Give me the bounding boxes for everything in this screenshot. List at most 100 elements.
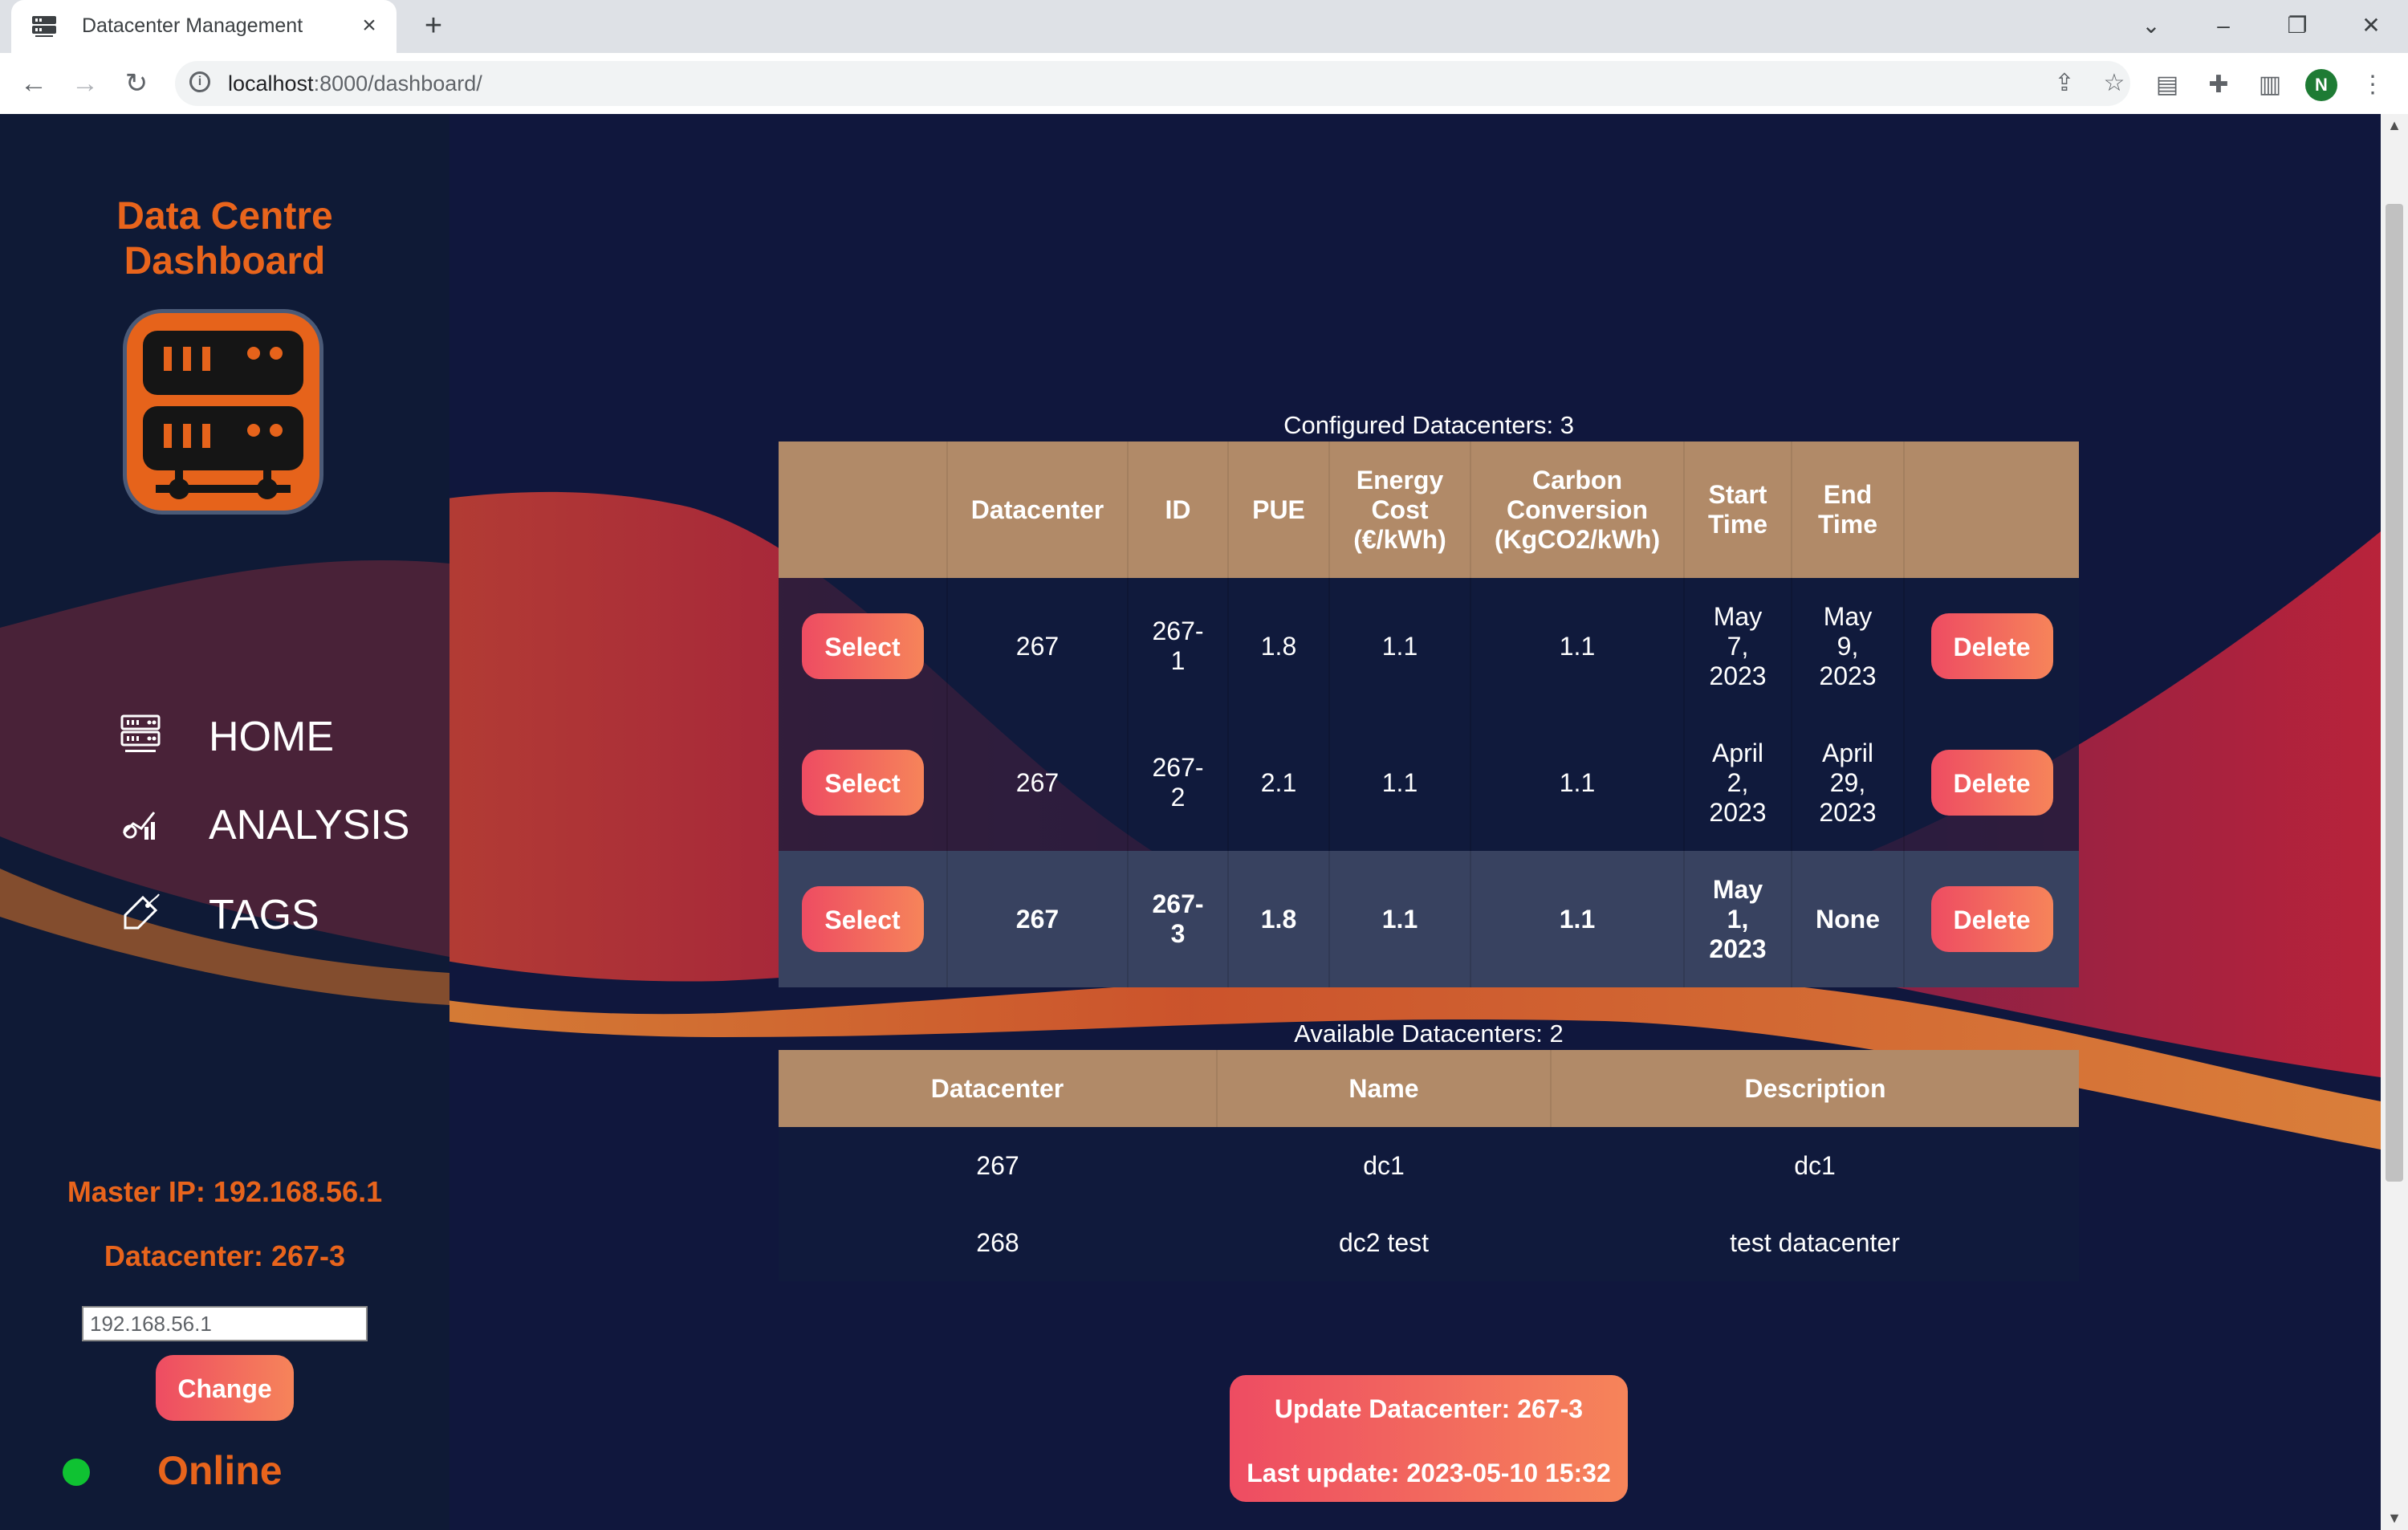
carbon-conversion-cell: 1.1: [1470, 851, 1685, 987]
start-time-cell: May 7, 2023: [1684, 578, 1792, 714]
change-ip-button[interactable]: Change: [156, 1355, 294, 1421]
column-header: Datacenter: [947, 442, 1129, 578]
name-cell: dc2 test: [1217, 1204, 1551, 1281]
column-header: End Time: [1792, 442, 1905, 578]
column-header: ID: [1128, 442, 1229, 578]
logo: [127, 313, 319, 511]
table-row: Select 267 267-1 1.8 1.1 1.1 May 7, 2023…: [779, 578, 2079, 714]
carbon-conversion-cell: 1.1: [1470, 578, 1685, 714]
column-header: Start Time: [1684, 442, 1792, 578]
configured-datacenters-table: Datacenter ID PUE Energy Cost (€/kWh) Ca…: [779, 442, 2079, 987]
sidebar: Data Centre Dashboard HOME ANALYSIS TAGS…: [0, 114, 449, 1530]
scroll-down-arrow-icon[interactable]: ▼: [2381, 1510, 2408, 1527]
tag-icon: [124, 893, 160, 930]
menu-kebab-icon[interactable]: ⋮: [2357, 69, 2389, 101]
share-icon[interactable]: ⇪: [2048, 67, 2081, 100]
select-cell: Select: [779, 578, 948, 714]
page-scrollbar[interactable]: ▲ ▼: [2381, 114, 2408, 1530]
browser-tab[interactable]: Datacenter Management ×: [11, 0, 397, 53]
browser-tab-bar: Datacenter Management × + ⌄ – ❐ ✕: [0, 0, 2408, 53]
close-tab-icon[interactable]: ×: [352, 8, 387, 43]
pue-cell: 1.8: [1228, 851, 1330, 987]
start-time-cell: April 2, 2023: [1684, 714, 1792, 851]
server-rack-logo-icon: [143, 331, 303, 499]
select-button[interactable]: Select: [801, 613, 924, 679]
id-cell: 267-2: [1128, 714, 1229, 851]
delete-cell: Delete: [1904, 714, 2079, 851]
delete-button[interactable]: Delete: [1930, 750, 2053, 816]
id-cell: 267-1: [1128, 578, 1229, 714]
name-cell: dc1: [1217, 1127, 1551, 1204]
available-datacenters-table: Datacenter Name Description 267 dc1 dc1 …: [779, 1050, 2079, 1281]
sidebar-item-label: HOME: [209, 714, 334, 760]
column-header: Datacenter: [779, 1050, 1218, 1127]
side-panel-icon[interactable]: ▥: [2254, 69, 2286, 101]
chart-analysis-icon: [122, 812, 156, 840]
end-time-cell: April 29, 2023: [1792, 714, 1905, 851]
end-time-cell: None: [1792, 851, 1905, 987]
column-header: [1904, 442, 2079, 578]
scroll-up-arrow-icon[interactable]: ▲: [2381, 117, 2408, 134]
column-header: Name: [1217, 1050, 1552, 1127]
back-icon[interactable]: ←: [14, 64, 53, 103]
delete-cell: Delete: [1904, 851, 2079, 987]
column-header: Description: [1551, 1050, 2079, 1127]
update-datacenter-title: Update Datacenter: 267-3: [1274, 1394, 1584, 1423]
url-text: localhost:8000/dashboard/: [228, 71, 482, 96]
site-info-icon[interactable]: i: [189, 71, 210, 92]
description-cell: test datacenter: [1551, 1204, 2079, 1281]
browser-toolbar: ← → ↻ i localhost:8000/dashboard/ ⇪ ☆ ▤ …: [0, 53, 2408, 116]
datacenter-cell: 267: [947, 851, 1129, 987]
table-row: 268 dc2 test test datacenter: [779, 1204, 2079, 1281]
brand-title: Data Centre Dashboard: [116, 195, 333, 283]
start-time-cell: May 1, 2023: [1684, 851, 1792, 987]
pue-cell: 1.8: [1228, 578, 1330, 714]
table-row-selected: Select 267 267-3 1.8 1.1 1.1 May 1, 2023…: [779, 851, 2079, 987]
end-time-cell: May 9, 2023: [1792, 578, 1905, 714]
tab-search-icon[interactable]: ⌄: [2127, 6, 2175, 45]
restore-icon[interactable]: ❐: [2273, 6, 2321, 45]
select-button[interactable]: Select: [801, 886, 924, 952]
datacenter-cell: 267: [947, 578, 1129, 714]
online-status-indicator: [63, 1459, 90, 1486]
select-button[interactable]: Select: [801, 750, 924, 816]
sidebar-item-label: ANALYSIS: [209, 802, 410, 848]
delete-button[interactable]: Delete: [1930, 886, 2053, 952]
column-header: Carbon Conversion (KgCO2/kWh): [1470, 442, 1685, 578]
extensions-icon[interactable]: ✚: [2203, 69, 2235, 101]
reading-mode-icon[interactable]: ▤: [2151, 69, 2183, 101]
close-window-icon[interactable]: ✕: [2347, 6, 2395, 45]
tab-title: Datacenter Management: [82, 14, 303, 37]
column-header: [779, 442, 948, 578]
id-cell: 267-3: [1128, 851, 1229, 987]
status-label: Online: [157, 1448, 283, 1493]
master-ip-input[interactable]: [82, 1306, 368, 1341]
configured-datacenters-caption: Configured Datacenters: 3: [1283, 411, 1574, 439]
sidebar-item-label: TAGS: [209, 892, 319, 938]
column-header: Energy Cost (€/kWh): [1329, 442, 1471, 578]
page: Data Centre Dashboard HOME ANALYSIS TAGS…: [0, 114, 2381, 1530]
datacenter-cell: 267: [947, 714, 1129, 851]
last-update-label: Last update: 2023-05-10 15:32: [1247, 1459, 1611, 1487]
update-datacenter-panel[interactable]: Update Datacenter: 267-3 Last update: 20…: [1230, 1375, 1628, 1502]
current-datacenter-label: Datacenter: 267-3: [104, 1239, 346, 1272]
available-datacenters-caption: Available Datacenters: 2: [1294, 1019, 1564, 1048]
server-rack-icon: [120, 714, 161, 752]
reload-icon[interactable]: ↻: [117, 64, 156, 103]
minimize-icon[interactable]: –: [2199, 6, 2247, 45]
select-cell: Select: [779, 714, 948, 851]
profile-avatar[interactable]: N: [2305, 69, 2337, 101]
pue-cell: 2.1: [1228, 714, 1330, 851]
delete-cell: Delete: [1904, 578, 2079, 714]
delete-button[interactable]: Delete: [1930, 613, 2053, 679]
address-bar[interactable]: i localhost:8000/dashboard/ ⇪ ☆: [175, 61, 2130, 106]
forward-icon[interactable]: →: [66, 64, 104, 103]
column-header: PUE: [1228, 442, 1330, 578]
master-ip-label: Master IP: 192.168.56.1: [67, 1175, 383, 1208]
scrollbar-thumb[interactable]: [2386, 204, 2403, 1182]
select-cell: Select: [779, 851, 948, 987]
bookmark-star-icon[interactable]: ☆: [2098, 67, 2130, 100]
datacenter-cell: 267: [779, 1127, 1217, 1204]
new-tab-icon[interactable]: +: [416, 8, 451, 43]
energy-cost-cell: 1.1: [1329, 714, 1471, 851]
